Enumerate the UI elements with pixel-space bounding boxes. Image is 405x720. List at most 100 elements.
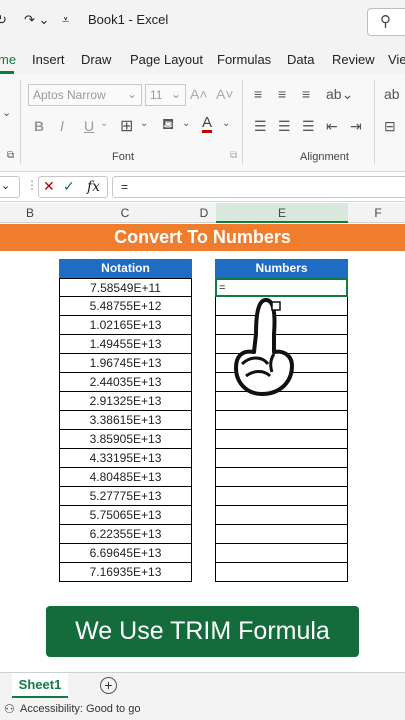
chevron-down-icon: ⌄ <box>126 87 137 101</box>
decrease-font-size-icon[interactable]: A˅ <box>216 86 234 102</box>
redo-icon[interactable]: ↻ <box>0 12 7 28</box>
font-name-dropdown[interactable]: Aptos Narrow ⌄ <box>28 84 142 106</box>
bold-icon[interactable]: B <box>34 118 44 134</box>
numbers-cell[interactable] <box>215 487 348 506</box>
formula-content: = <box>121 180 129 194</box>
align-center-icon[interactable]: ☰ <box>278 118 291 135</box>
numbers-cell[interactable] <box>215 468 348 487</box>
font-size-dropdown[interactable]: 11 ⌄ <box>145 84 186 106</box>
more-options-icon[interactable]: ⋮ <box>26 178 38 192</box>
numbers-header[interactable]: Numbers <box>215 259 348 278</box>
font-group-label: Font <box>112 151 135 163</box>
window-title: Book1 - Excel <box>88 12 169 27</box>
numbers-cell[interactable] <box>215 430 348 449</box>
numbers-cell[interactable] <box>215 525 348 544</box>
notation-cell[interactable]: 2.91325E+13 <box>59 392 192 411</box>
tab-home[interactable]: me <box>0 52 16 67</box>
merge-center-icon[interactable]: ⊟ <box>384 118 396 135</box>
chevron-down-icon[interactable]: ⌄ <box>140 118 148 129</box>
notation-cell[interactable]: 2.44035E+13 <box>59 373 192 392</box>
dialog-launcher-icon[interactable]: ⧉ <box>230 150 237 161</box>
status-bar: ⚇ Accessibility: Good to go <box>0 698 405 720</box>
decrease-indent-icon[interactable]: ⇤ <box>326 118 338 135</box>
chevron-down-icon[interactable]: ⌄ <box>2 106 11 119</box>
numbers-cell[interactable] <box>215 544 348 563</box>
alignment-group-label: Alignment <box>300 151 349 163</box>
chevron-down-icon[interactable]: ⌄ <box>182 118 190 129</box>
ribbon-tabs: me Insert Draw Page Layout Formulas Data… <box>0 44 405 74</box>
tab-insert[interactable]: Insert <box>32 52 65 67</box>
formula-bar: ⌄ ⋮ ✕ ✓ fx = <box>0 172 405 202</box>
notation-cell[interactable]: 3.85905E+13 <box>59 430 192 449</box>
borders-icon[interactable]: ⊞ <box>120 116 133 136</box>
accessibility-icon[interactable]: ⚇ <box>4 702 15 716</box>
search-button[interactable]: ⚲ <box>367 8 405 36</box>
chevron-down-icon: ⌄ <box>1 180 11 192</box>
notation-cell[interactable]: 5.48755E+12 <box>59 297 192 316</box>
notation-cell[interactable]: 5.75065E+13 <box>59 506 192 525</box>
align-bottom-icon[interactable]: ≡ <box>302 86 310 102</box>
enter-icon[interactable]: ✓ <box>63 178 75 195</box>
align-top-icon[interactable]: ≡ <box>254 86 262 102</box>
font-name-value: Aptos Narrow <box>33 88 106 102</box>
numbers-cell[interactable] <box>215 563 348 582</box>
notation-cell[interactable]: 4.80485E+13 <box>59 468 192 487</box>
tab-review[interactable]: Review <box>332 52 375 67</box>
notation-cell[interactable]: 7.16935E+13 <box>59 563 192 582</box>
notation-cell[interactable]: 3.38615E+13 <box>59 411 192 430</box>
accessibility-status[interactable]: Accessibility: Good to go <box>20 703 140 715</box>
sheet-tab-sheet1[interactable]: Sheet1 <box>12 673 68 698</box>
orientation-icon[interactable]: ab⌄ <box>326 86 353 103</box>
font-color-icon[interactable]: A <box>202 115 213 133</box>
increase-font-size-icon[interactable]: A˄ <box>190 86 208 102</box>
column-header-d[interactable]: D <box>194 206 214 220</box>
sheet-bar: Sheet1 + <box>0 672 405 698</box>
underline-icon[interactable]: U <box>84 118 94 134</box>
pointing-hand-icon <box>234 298 294 396</box>
wrap-text-icon[interactable]: ab <box>384 86 400 102</box>
notation-header[interactable]: Notation <box>59 259 192 278</box>
cancel-icon[interactable]: ✕ <box>43 178 55 195</box>
notation-cell[interactable]: 6.22355E+13 <box>59 525 192 544</box>
numbers-cell[interactable] <box>215 506 348 525</box>
chevron-down-icon: ⌄ <box>170 87 181 101</box>
notation-cell[interactable]: 1.49455E+13 <box>59 335 192 354</box>
formula-controls: ✕ ✓ fx <box>38 176 108 198</box>
ribbon-divider <box>20 80 21 164</box>
column-header-c[interactable]: C <box>115 206 135 220</box>
insert-function-icon[interactable]: fx <box>87 179 100 195</box>
tab-data[interactable]: Data <box>287 52 314 67</box>
column-headers: B C D E F <box>0 203 405 223</box>
chevron-down-icon[interactable]: ⌄ <box>100 118 108 129</box>
notation-cell[interactable]: 1.02165E+13 <box>59 316 192 335</box>
tab-formulas[interactable]: Formulas <box>217 52 271 67</box>
formula-input[interactable]: = <box>112 176 405 198</box>
notation-cell[interactable]: 6.69645E+13 <box>59 544 192 563</box>
align-right-icon[interactable]: ☰ <box>302 118 315 135</box>
align-left-icon[interactable]: ☰ <box>254 118 267 135</box>
tab-page-layout[interactable]: Page Layout <box>130 52 203 67</box>
name-box[interactable]: ⌄ <box>0 176 20 198</box>
ribbon-divider <box>374 80 375 164</box>
notation-cell[interactable]: 1.96745E+13 <box>59 354 192 373</box>
dialog-launcher-icon[interactable]: ⧉ <box>7 150 14 161</box>
customize-toolbar-icon[interactable]: ⩡ <box>62 12 69 28</box>
redo-dropdown-icon[interactable]: ↷ ⌄ <box>24 12 49 28</box>
notation-cell[interactable]: 7.58549E+11 <box>59 278 192 297</box>
tab-view[interactable]: Vie <box>388 52 405 67</box>
column-header-b[interactable]: B <box>20 206 40 220</box>
fill-color-icon[interactable]: ⛾ <box>162 116 174 135</box>
add-sheet-icon[interactable]: + <box>100 677 117 694</box>
notation-cell[interactable]: 4.33195E+13 <box>59 449 192 468</box>
numbers-cell[interactable] <box>215 449 348 468</box>
font-size-value: 11 <box>150 88 163 102</box>
column-header-f[interactable]: F <box>368 206 388 220</box>
tab-draw[interactable]: Draw <box>81 52 111 67</box>
increase-indent-icon[interactable]: ⇥ <box>350 118 362 135</box>
notation-cell[interactable]: 5.27775E+13 <box>59 487 192 506</box>
column-header-e[interactable]: E <box>272 206 292 220</box>
italic-icon[interactable]: I <box>60 118 64 134</box>
numbers-cell[interactable] <box>215 411 348 430</box>
align-middle-icon[interactable]: ≡ <box>278 86 286 102</box>
chevron-down-icon[interactable]: ⌄ <box>222 118 230 129</box>
